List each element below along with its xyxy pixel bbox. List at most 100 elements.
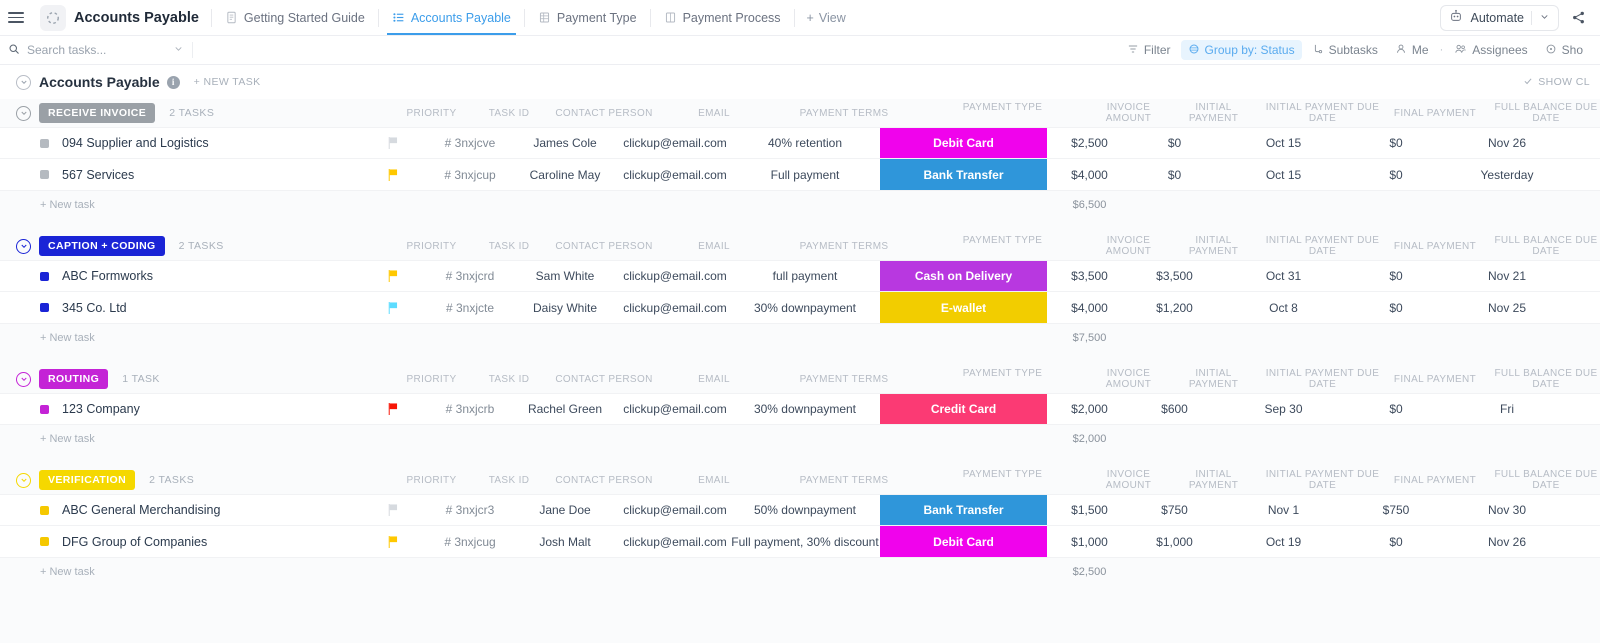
priority-flag-icon[interactable] xyxy=(355,301,430,315)
column-header-amt[interactable]: INVOICE AMOUNT xyxy=(1086,102,1171,124)
collapse-group-icon[interactable] xyxy=(16,239,31,254)
cell-fullbal[interactable]: Nov 25 xyxy=(1442,301,1572,315)
cell-init[interactable]: $600 xyxy=(1132,402,1217,416)
table-row[interactable]: DFG Group of Companies# 3nxjcugJosh Malt… xyxy=(0,526,1600,558)
subtasks-button[interactable]: Subtasks xyxy=(1305,40,1385,60)
cell-amt[interactable]: $3,500 xyxy=(1047,269,1132,283)
cell-initdue[interactable]: Oct 15 xyxy=(1217,168,1350,182)
cell-id[interactable]: # 3nxjcr3 xyxy=(430,503,510,517)
tab-payment-type[interactable]: Payment Type xyxy=(527,0,648,35)
column-header-fullbal[interactable]: FULL BALANCE DUE DATE xyxy=(1481,469,1600,491)
tab-payment-process[interactable]: Payment Process xyxy=(653,0,792,35)
column-header-id[interactable]: TASK ID xyxy=(469,475,549,486)
column-header-initdue[interactable]: INITIAL PAYMENT DUE DATE xyxy=(1256,102,1389,124)
payment-type-badge[interactable]: Credit Card xyxy=(880,394,1047,424)
cell-fullbal[interactable]: Yesterday xyxy=(1442,168,1572,182)
column-header-prio[interactable]: PRIORITY xyxy=(394,108,469,119)
column-header-final[interactable]: FINAL PAYMENT xyxy=(1389,241,1481,252)
task-name-cell[interactable]: ABC Formworks xyxy=(0,269,355,283)
column-header-initdue[interactable]: INITIAL PAYMENT DUE DATE xyxy=(1256,235,1389,257)
column-header-init[interactable]: INITIAL PAYMENT xyxy=(1171,235,1256,257)
cell-final[interactable]: $0 xyxy=(1350,535,1442,549)
table-row[interactable]: ABC Formworks# 3nxjcrdSam Whiteclickup@e… xyxy=(0,260,1600,292)
collapse-group-icon[interactable] xyxy=(16,473,31,488)
cell-fullbal[interactable]: Nov 26 xyxy=(1442,535,1572,549)
cell-amt[interactable]: $2,500 xyxy=(1047,136,1132,150)
cell-final[interactable]: $0 xyxy=(1350,168,1442,182)
chevron-down-icon[interactable] xyxy=(1539,11,1550,25)
cell-person[interactable]: Rachel Green xyxy=(510,402,620,416)
column-header-email[interactable]: EMAIL xyxy=(659,241,769,252)
column-header-id[interactable]: TASK ID xyxy=(469,108,549,119)
status-square-icon[interactable] xyxy=(40,405,49,414)
priority-flag-icon[interactable] xyxy=(355,269,430,283)
cell-person[interactable]: Caroline May xyxy=(510,168,620,182)
cell-payment-type[interactable]: Credit Card xyxy=(880,394,1047,424)
cell-amt[interactable]: $4,000 xyxy=(1047,168,1132,182)
column-header-ptype[interactable]: PAYMENT TYPE xyxy=(919,469,1086,491)
cell-terms[interactable]: 30% downpayment xyxy=(730,301,880,315)
table-row[interactable]: 345 Co. Ltd# 3nxjcteDaisy Whiteclickup@e… xyxy=(0,292,1600,324)
column-header-fullbal[interactable]: FULL BALANCE DUE DATE xyxy=(1481,368,1600,390)
cell-id[interactable]: # 3nxjcug xyxy=(430,535,510,549)
column-header-init[interactable]: INITIAL PAYMENT xyxy=(1171,368,1256,390)
status-square-icon[interactable] xyxy=(40,139,49,148)
collapse-group-icon[interactable] xyxy=(16,372,31,387)
cell-payment-type[interactable]: Debit Card xyxy=(880,128,1047,158)
show-closed-button[interactable]: SHOW CL xyxy=(1523,76,1590,89)
cell-initdue[interactable]: Oct 19 xyxy=(1217,535,1350,549)
cell-fullbal[interactable]: Fri xyxy=(1442,402,1572,416)
priority-flag-icon[interactable] xyxy=(355,168,430,182)
cell-person[interactable]: Daisy White xyxy=(510,301,620,315)
table-row[interactable]: 094 Supplier and Logistics# 3nxjcveJames… xyxy=(0,127,1600,159)
cell-person[interactable]: James Cole xyxy=(510,136,620,150)
cell-final[interactable]: $750 xyxy=(1350,503,1442,517)
new-task-row-button[interactable]: + New task xyxy=(0,566,355,578)
tab-accounts-payable[interactable]: Accounts Payable xyxy=(381,0,522,35)
cell-payment-type[interactable]: E-wallet xyxy=(880,292,1047,323)
cell-email[interactable]: clickup@email.com xyxy=(620,503,730,517)
task-name-cell[interactable]: ABC General Merchandising xyxy=(0,503,355,517)
column-header-terms[interactable]: PAYMENT TERMS xyxy=(769,475,919,486)
cell-terms[interactable]: 50% downpayment xyxy=(730,503,880,517)
column-header-terms[interactable]: PAYMENT TERMS xyxy=(769,241,919,252)
column-header-amt[interactable]: INVOICE AMOUNT xyxy=(1086,235,1171,257)
new-task-button[interactable]: + NEW TASK xyxy=(194,76,261,88)
priority-flag-icon[interactable] xyxy=(355,535,430,549)
status-badge[interactable]: RECEIVE INVOICE xyxy=(39,103,155,123)
cell-email[interactable]: clickup@email.com xyxy=(620,301,730,315)
tab-getting-started-guide[interactable]: Getting Started Guide xyxy=(214,0,376,35)
payment-type-badge[interactable]: Cash on Delivery xyxy=(880,261,1047,291)
column-header-id[interactable]: TASK ID xyxy=(469,374,549,385)
cell-terms[interactable]: 30% downpayment xyxy=(730,402,880,416)
cell-final[interactable]: $0 xyxy=(1350,136,1442,150)
priority-flag-icon[interactable] xyxy=(355,503,430,517)
new-task-row-button[interactable]: + New task xyxy=(0,433,355,445)
cell-amt[interactable]: $4,000 xyxy=(1047,301,1132,315)
column-header-prio[interactable]: PRIORITY xyxy=(394,241,469,252)
column-header-prio[interactable]: PRIORITY xyxy=(394,374,469,385)
payment-type-badge[interactable]: Bank Transfer xyxy=(880,495,1047,525)
search-input[interactable]: Search tasks... xyxy=(8,43,184,58)
task-name-cell[interactable]: 567 Services xyxy=(0,168,355,182)
column-header-init[interactable]: INITIAL PAYMENT xyxy=(1171,102,1256,124)
column-header-person[interactable]: CONTACT PERSON xyxy=(549,374,659,385)
column-header-person[interactable]: CONTACT PERSON xyxy=(549,241,659,252)
group-by-button[interactable]: Group by: Status xyxy=(1181,40,1302,60)
cell-initdue[interactable]: Oct 15 xyxy=(1217,136,1350,150)
cell-amt[interactable]: $2,000 xyxy=(1047,402,1132,416)
cell-fullbal[interactable]: Nov 30 xyxy=(1442,503,1572,517)
cell-init[interactable]: $0 xyxy=(1132,136,1217,150)
cell-fullbal[interactable]: Nov 26 xyxy=(1442,136,1572,150)
cell-person[interactable]: Josh Malt xyxy=(510,535,620,549)
column-header-email[interactable]: EMAIL xyxy=(659,108,769,119)
payment-type-badge[interactable]: Debit Card xyxy=(880,526,1047,557)
column-header-initdue[interactable]: INITIAL PAYMENT DUE DATE xyxy=(1256,469,1389,491)
cell-initdue[interactable]: Nov 1 xyxy=(1217,503,1350,517)
cell-initdue[interactable]: Sep 30 xyxy=(1217,402,1350,416)
cell-init[interactable]: $3,500 xyxy=(1132,269,1217,283)
collapse-list-icon[interactable] xyxy=(16,75,31,90)
status-square-icon[interactable] xyxy=(40,537,49,546)
column-header-email[interactable]: EMAIL xyxy=(659,374,769,385)
new-task-row-button[interactable]: + New task xyxy=(0,332,355,344)
